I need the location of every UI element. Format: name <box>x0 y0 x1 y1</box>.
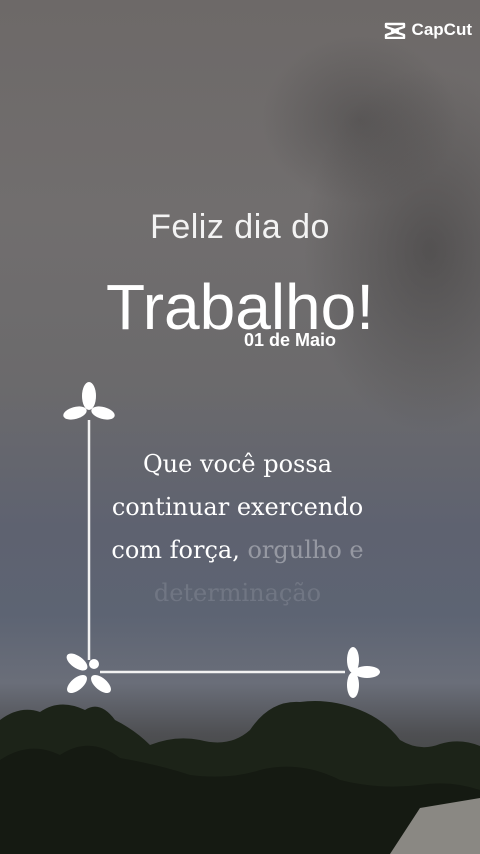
background-photo <box>0 0 480 854</box>
date-label: 01 de Maio <box>244 330 337 350</box>
message-line: continuar exercendo <box>111 493 364 521</box>
message-line: Que você possa <box>143 450 332 478</box>
greeting-line: Feliz dia do <box>150 208 330 246</box>
greeting-title: Trabalho! <box>106 271 374 343</box>
capcut-logo-icon <box>384 22 405 39</box>
message-text: Que você possa continuar exercendo com f… <box>90 443 385 615</box>
capcut-label: CapCut <box>411 20 472 39</box>
tree-silhouette <box>0 701 480 854</box>
message-line: determinação <box>153 579 322 607</box>
message-line: com força, orgulho e <box>111 536 364 564</box>
capcut-watermark: CapCut <box>384 20 472 40</box>
